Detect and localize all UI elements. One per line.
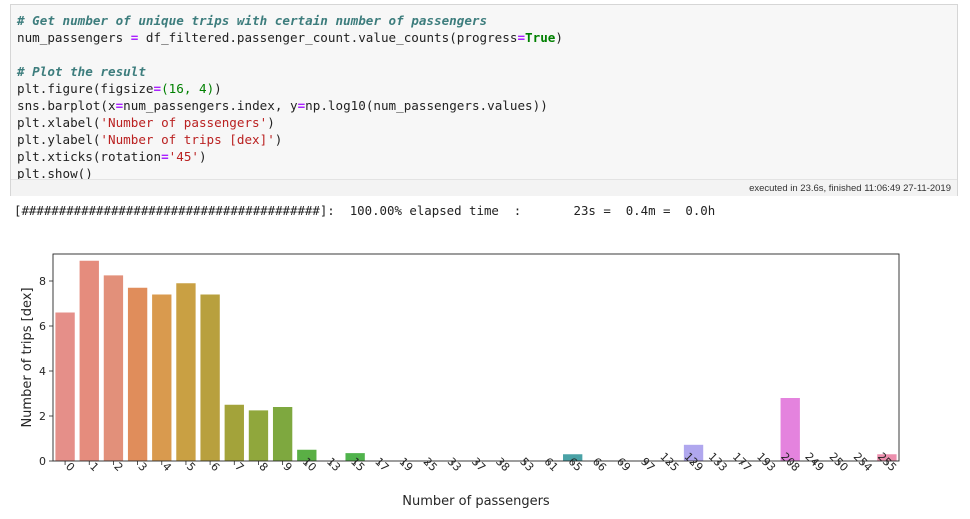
bar-1 <box>79 260 99 461</box>
x-tick-label: 177 <box>730 450 754 474</box>
x-tick-label: 17 <box>372 455 391 474</box>
x-tick-label: 53 <box>517 455 536 474</box>
x-tick-label: 133 <box>706 450 730 474</box>
x-tick-label: 249 <box>802 450 826 474</box>
x-tick-label: 255 <box>875 450 899 474</box>
x-tick-label: 125 <box>657 450 681 474</box>
x-tick-label: 61 <box>541 455 560 474</box>
x-tick-label: 97 <box>638 455 657 474</box>
x-tick-label: 38 <box>493 455 512 474</box>
y-tick-label: 4 <box>39 365 46 378</box>
bar-5 <box>176 283 196 461</box>
bar-7 <box>224 404 244 461</box>
bar-6 <box>200 294 220 461</box>
x-tick-label: 25 <box>421 455 440 474</box>
y-tick-label: 8 <box>39 275 46 288</box>
bar-0 <box>55 312 75 461</box>
y-tick-label: 2 <box>39 410 46 423</box>
x-tick-label: 33 <box>445 455 464 474</box>
x-tick-label: 66 <box>590 455 609 474</box>
x-tick-label: 37 <box>469 455 488 474</box>
bar-8 <box>248 410 269 461</box>
x-tick-label: 254 <box>851 450 875 474</box>
x-tick-label: 250 <box>827 450 851 474</box>
bar-3 <box>127 287 148 461</box>
y-tick-label: 0 <box>39 455 46 468</box>
bar-chart: 0 1 2 3 4 5 6 7 8 9 10 13 15 17 19 25 33 37 38 53 61 65 66 69 97… <box>20 253 900 509</box>
bar-2 <box>103 275 124 461</box>
x-tick-label: 13 <box>324 455 343 474</box>
x-axis-label: Number of passengers <box>402 494 550 509</box>
bar-9 <box>272 407 293 461</box>
bar-4 <box>152 294 172 461</box>
x-tick-label: 193 <box>754 450 778 474</box>
x-tick-label: 69 <box>614 455 633 474</box>
y-tick-label: 6 <box>39 320 46 333</box>
x-tick-label: 19 <box>396 455 415 474</box>
y-axis-label: Number of trips [dex] <box>20 287 35 427</box>
